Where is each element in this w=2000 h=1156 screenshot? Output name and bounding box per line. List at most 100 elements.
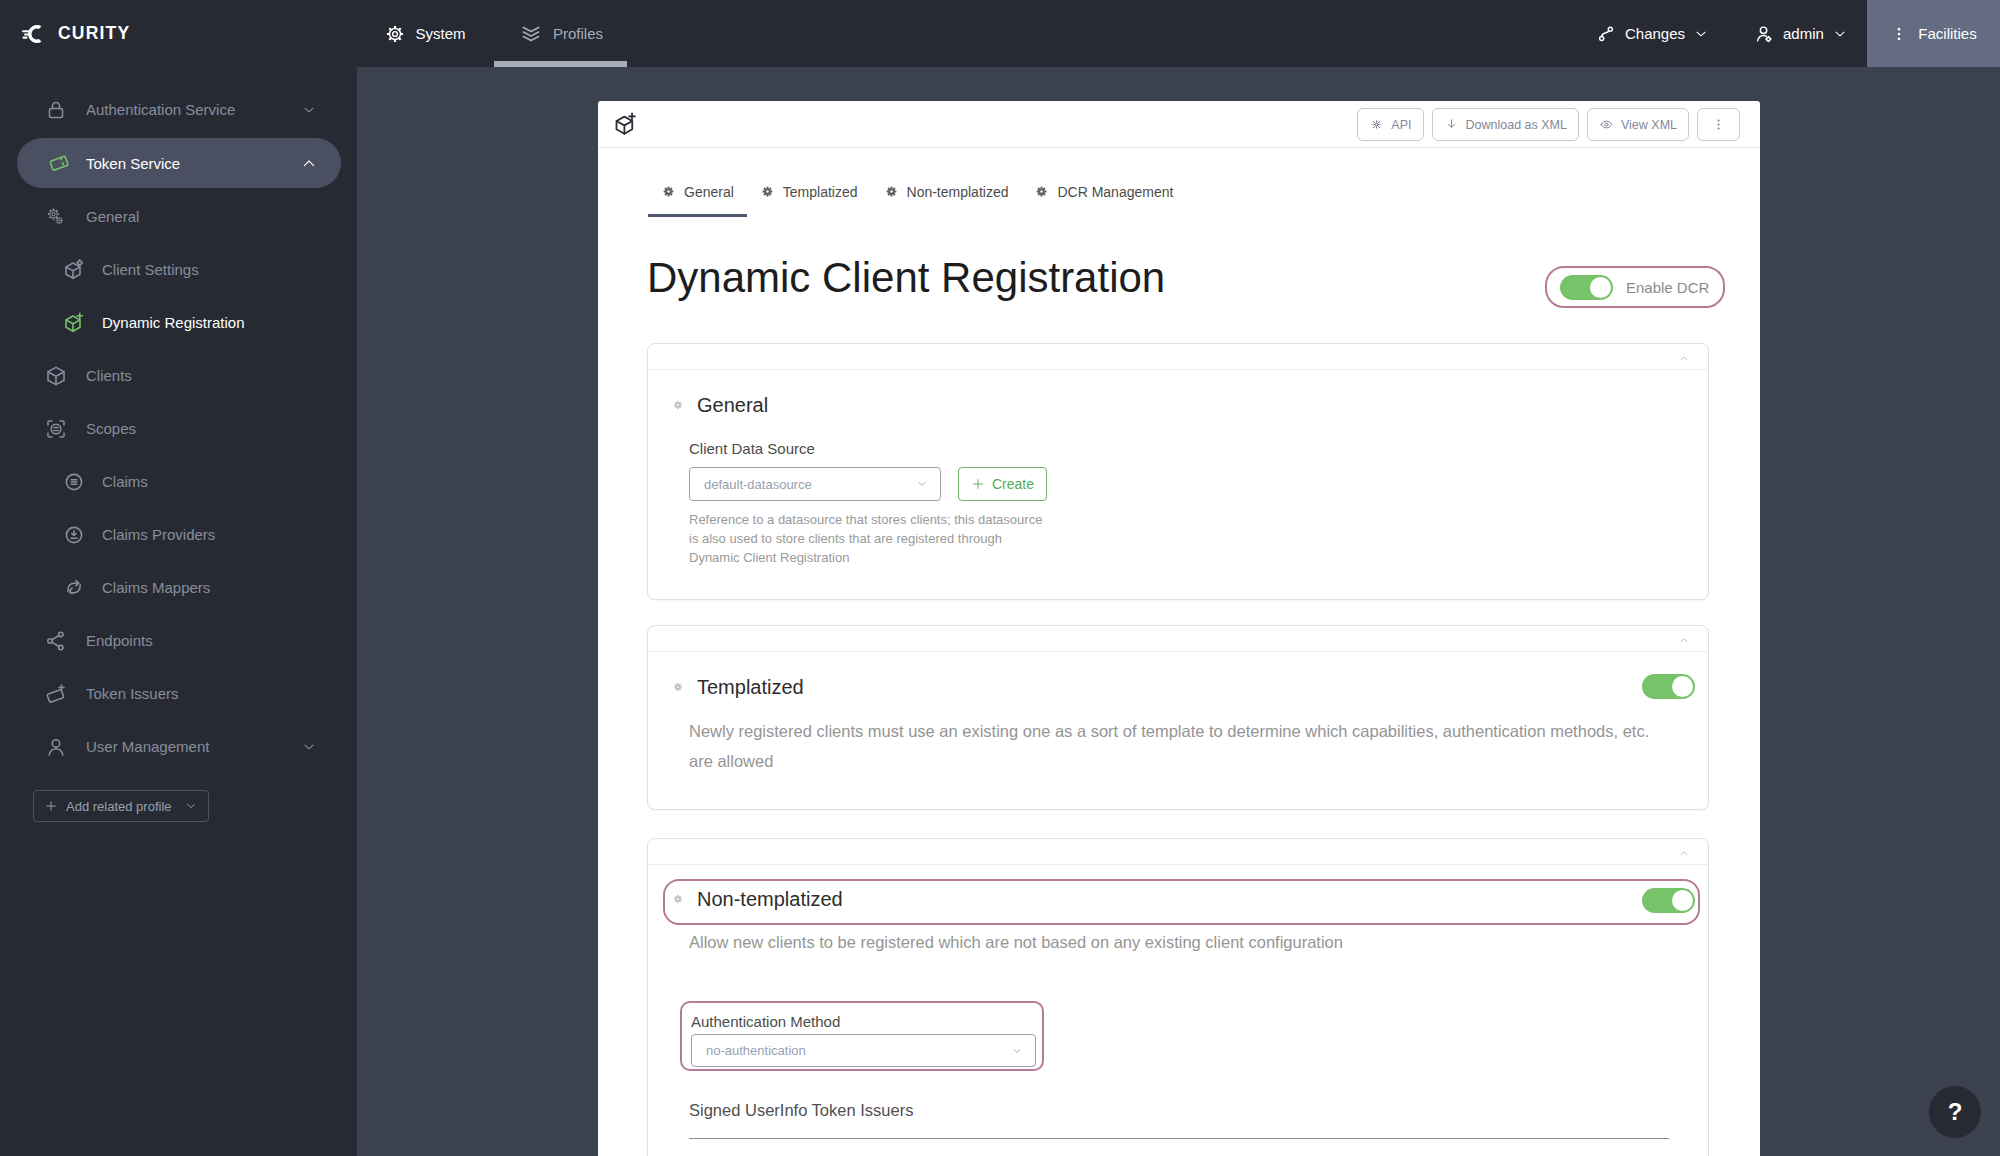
download-as-xml-button[interactable]: Download as XML xyxy=(1432,108,1579,141)
sidebar-item-claims-providers[interactable]: Claims Providers xyxy=(0,508,357,561)
enable-dcr-toggle[interactable] xyxy=(1560,275,1613,300)
help-button[interactable]: ? xyxy=(1929,1086,1981,1138)
sidebar-item-client-settings[interactable]: Client Settings xyxy=(0,243,357,296)
divider xyxy=(648,651,1708,652)
collapse-general-button[interactable] xyxy=(1677,353,1691,363)
section-non-templatized: Non-templatized Allow new clients to be … xyxy=(647,838,1709,1156)
api-button[interactable]: API xyxy=(1357,108,1423,141)
client-data-source-help: Reference to a datasource that stores cl… xyxy=(689,510,1042,567)
layers-icon xyxy=(518,21,544,47)
sidebar: Authentication ServiceToken ServiceGener… xyxy=(0,67,357,1156)
tab-templatized[interactable]: Templatized xyxy=(747,166,871,217)
section-templatized-heading: Templatized xyxy=(672,672,804,702)
sidebar-item-token-issuers[interactable]: Token Issuers xyxy=(0,667,357,720)
box-icon xyxy=(44,364,68,388)
section-non-templatized-heading: Non-templatized xyxy=(672,884,843,914)
topbar: CURITY System Profiles Changes admin Fac… xyxy=(0,0,2000,67)
gear-icon xyxy=(672,681,684,693)
auth-method-label: Authentication Method xyxy=(691,1013,840,1030)
enable-dcr-group: Enable DCR xyxy=(1545,266,1725,308)
section-templatized: Templatized Newly registered clients mus… xyxy=(647,625,1709,810)
gear-icon xyxy=(884,184,899,199)
collapse-non-templatized-button[interactable] xyxy=(1677,848,1691,858)
chevron-down-icon xyxy=(1693,26,1709,42)
chevron-down-icon xyxy=(916,478,928,490)
sidebar-item-endpoints[interactable]: Endpoints xyxy=(0,614,357,667)
chevron-down-icon xyxy=(1832,26,1848,42)
sidebar-item-scopes[interactable]: Scopes xyxy=(0,402,357,455)
content-card: APIDownload as XMLView XML GeneralTempla… xyxy=(598,101,1760,1156)
topnav-system[interactable]: System xyxy=(380,0,470,67)
gears-icon xyxy=(44,205,68,229)
sidebar-item-general[interactable]: General xyxy=(0,190,357,243)
client-data-source-select[interactable]: default-datasource xyxy=(689,467,941,501)
admin-menu[interactable]: admin xyxy=(1753,0,1848,67)
chevron-down-icon xyxy=(301,739,317,755)
facilities-button[interactable]: Facilities xyxy=(1867,0,2000,67)
kebab-icon xyxy=(1890,25,1908,43)
templatized-toggle[interactable] xyxy=(1642,674,1695,699)
sidebar-item-user-management[interactable]: User Management xyxy=(0,720,357,773)
branch-icon xyxy=(1595,23,1617,45)
sidebar-item-claims[interactable]: Claims xyxy=(0,455,357,508)
section-general: General Client Data Source default-datas… xyxy=(647,343,1709,600)
topnav-profiles[interactable]: Profiles xyxy=(494,0,627,67)
gear-icon xyxy=(661,184,676,199)
eye-icon xyxy=(1599,117,1614,132)
scopes-icon xyxy=(44,417,68,441)
sidebar-item-authentication-service[interactable]: Authentication Service xyxy=(0,83,357,136)
create-datasource-button[interactable]: Create xyxy=(958,467,1047,501)
sidebar-item-clients[interactable]: Clients xyxy=(0,349,357,402)
more-options-button[interactable] xyxy=(1697,108,1740,141)
collapse-templatized-button[interactable] xyxy=(1677,635,1691,645)
view-xml-button[interactable]: View XML xyxy=(1587,108,1689,141)
brand-logo[interactable]: CURITY xyxy=(20,0,130,67)
gear-icon xyxy=(384,23,406,45)
enable-dcr-label: Enable DCR xyxy=(1626,279,1709,296)
page-title: Dynamic Client Registration xyxy=(647,250,1165,306)
box-plus-icon xyxy=(62,311,86,335)
chevron-down-icon xyxy=(301,102,317,118)
sidebar-item-claims-mappers[interactable]: Claims Mappers xyxy=(0,561,357,614)
sidebar-item-dynamic-registration[interactable]: Dynamic Registration xyxy=(0,296,357,349)
dynamic-registration-icon xyxy=(612,111,639,138)
api-icon xyxy=(1369,117,1384,132)
plus-icon xyxy=(44,799,58,813)
gear-icon xyxy=(1034,184,1049,199)
tab-dcr-management[interactable]: DCR Management xyxy=(1021,166,1186,217)
box-gear-icon xyxy=(62,258,86,282)
kebab-icon xyxy=(1711,117,1726,132)
section-general-heading: General xyxy=(672,390,768,420)
claims-icon xyxy=(62,470,86,494)
claims-mapper-icon xyxy=(62,576,86,600)
gear-icon xyxy=(672,893,684,905)
signed-userinfo-underline xyxy=(689,1138,1669,1139)
toggle-knob xyxy=(1590,277,1611,298)
chevron-down-icon xyxy=(1011,1045,1023,1057)
ticket-plus-icon xyxy=(44,682,68,706)
download-icon xyxy=(1444,117,1459,132)
client-data-source-label: Client Data Source xyxy=(689,440,815,457)
main-area: APIDownload as XMLView XML GeneralTempla… xyxy=(357,67,2000,1156)
auth-method-select[interactable]: no-authentication xyxy=(691,1034,1036,1067)
changes-menu[interactable]: Changes xyxy=(1595,0,1709,67)
non-templatized-toggle[interactable] xyxy=(1642,888,1695,913)
tab-general[interactable]: General xyxy=(648,166,747,217)
curity-logo-icon xyxy=(20,19,50,49)
toggle-knob xyxy=(1672,890,1693,911)
tab-non-templatized[interactable]: Non-templatized xyxy=(871,166,1022,217)
divider xyxy=(648,369,1708,370)
gear-icon xyxy=(672,399,684,411)
divider xyxy=(648,864,1708,865)
card-header: API Download as XMLView XML xyxy=(598,101,1760,148)
chevron-up-icon xyxy=(301,155,317,171)
chevron-down-icon xyxy=(184,799,198,813)
brand-text: CURITY xyxy=(58,23,130,44)
templatized-description: Newly registered clients must use an exi… xyxy=(689,716,1649,776)
sidebar-item-token-service[interactable]: Token Service xyxy=(17,138,341,188)
active-tab-underline xyxy=(494,61,627,67)
ticket-icon xyxy=(47,151,71,175)
lock-icon xyxy=(44,98,68,122)
signed-userinfo-label: Signed UserInfo Token Issuers xyxy=(689,1101,913,1120)
add-related-profile-button[interactable]: Add related profile xyxy=(33,790,209,822)
